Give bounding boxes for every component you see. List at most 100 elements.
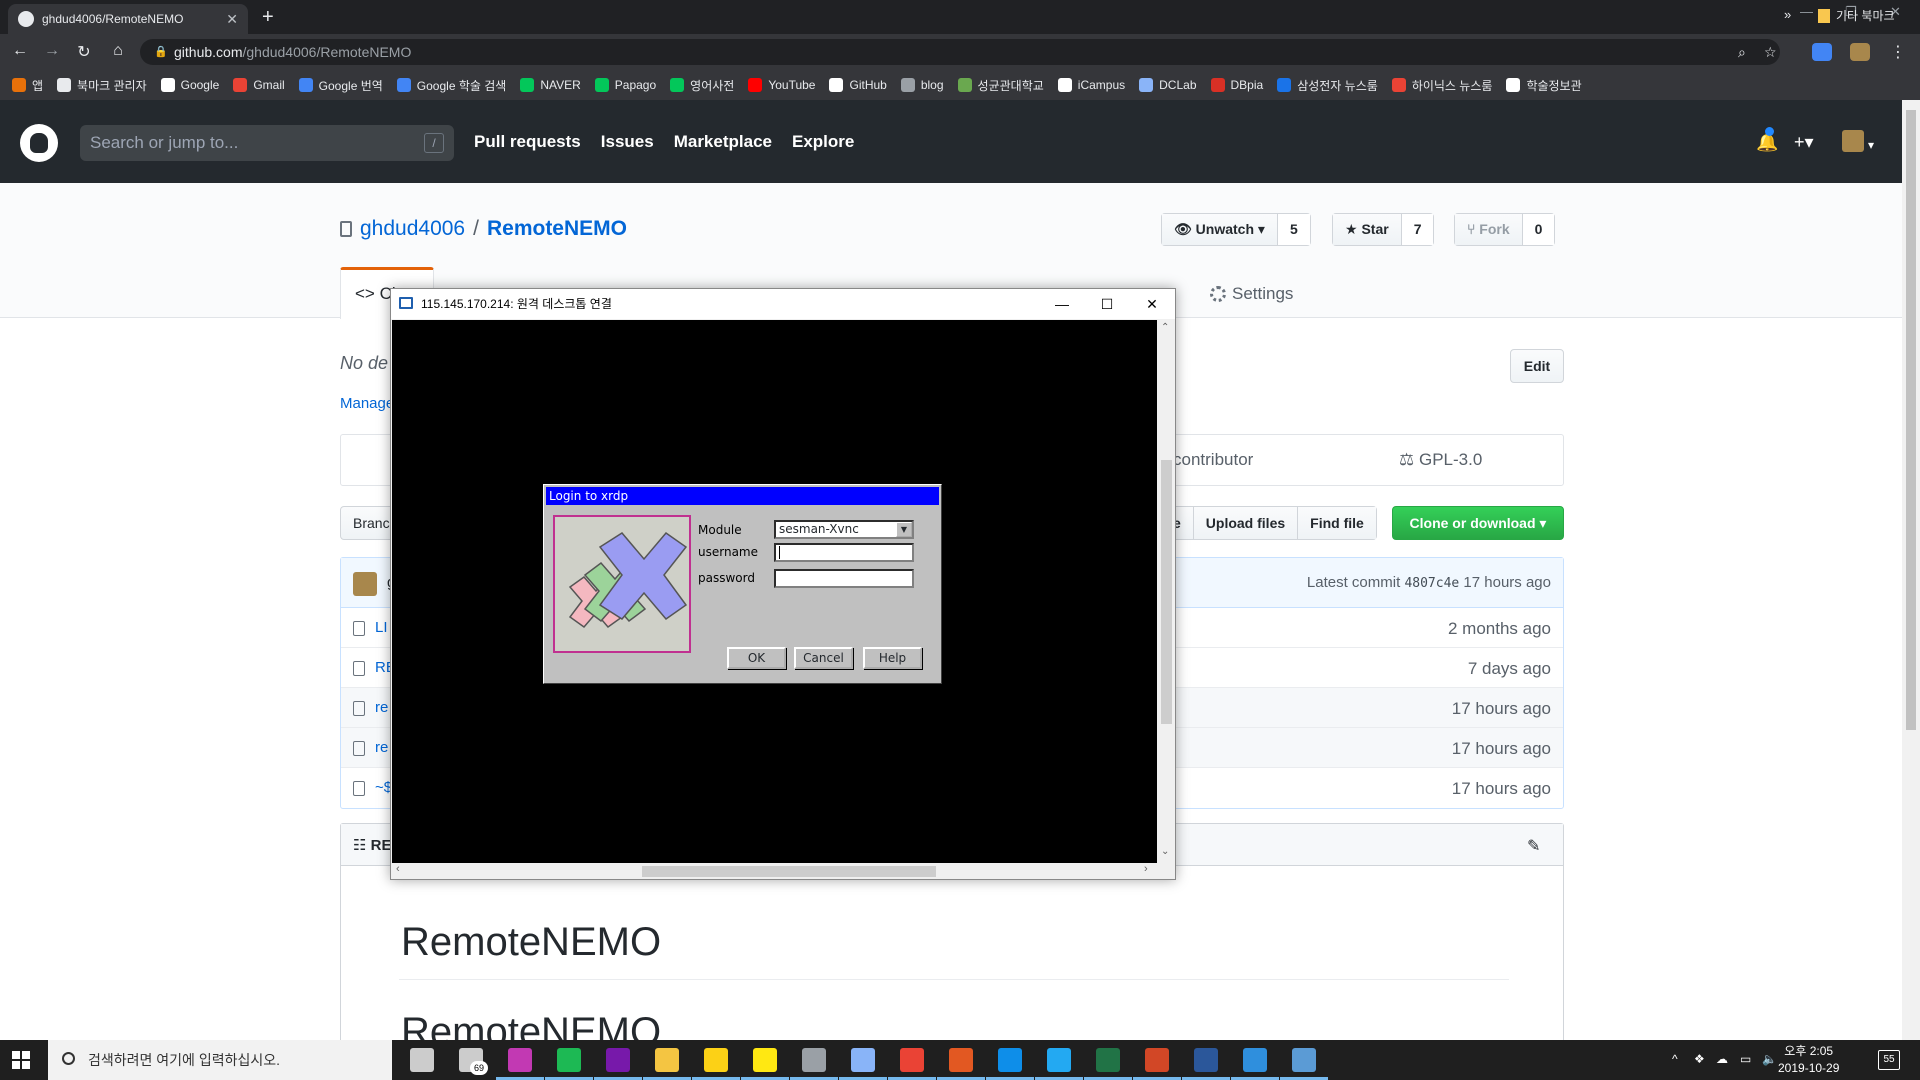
bookmark-item[interactable]: Google 번역: [298, 77, 383, 94]
github-logo-icon[interactable]: [20, 124, 58, 162]
address-bar[interactable]: 🔒 github.com/ghdud4006/RemoteNEMO ⌕ ☆: [140, 39, 1780, 65]
bookmark-item[interactable]: Papago: [594, 78, 656, 92]
bookmark-item[interactable]: Google 학술 검색: [396, 77, 506, 94]
taskbar-search-input[interactable]: 검색하려면 여기에 입력하십시오.: [48, 1040, 392, 1080]
bookmark-item[interactable]: NAVER: [520, 78, 581, 92]
page-scrollbar[interactable]: [1902, 100, 1920, 1040]
bookmark-item[interactable]: iCampus: [1057, 78, 1125, 92]
onedrive-icon[interactable]: ☁: [1716, 1052, 1728, 1066]
bookmark-item[interactable]: 영어사전: [670, 77, 734, 94]
watch-count[interactable]: 5: [1276, 214, 1310, 245]
app-m-icon[interactable]: [508, 1048, 532, 1072]
rdp-minimize-icon[interactable]: —: [1039, 289, 1085, 319]
zoom-icon[interactable]: ⌕: [1738, 39, 1746, 65]
teamviewer-icon[interactable]: [998, 1048, 1022, 1072]
windows-start-icon[interactable]: [12, 1051, 30, 1069]
home-icon[interactable]: ⌂: [108, 42, 128, 60]
action-center-icon[interactable]: 55: [1878, 1050, 1900, 1070]
username-field[interactable]: [774, 543, 914, 562]
volume-icon[interactable]: 🔈: [1762, 1052, 1777, 1066]
bookmark-item[interactable]: DCLab: [1139, 78, 1197, 92]
profile-avatar[interactable]: [1850, 43, 1870, 61]
chevron-down-icon[interactable]: ▼: [896, 522, 912, 537]
create-new-icon[interactable]: +▾: [1794, 132, 1814, 153]
nav-explore[interactable]: Explore: [792, 132, 854, 152]
bookmark-item[interactable]: 학술정보관: [1506, 77, 1582, 94]
rdp-vertical-scrollbar[interactable]: ⌃ ⌄: [1158, 320, 1175, 863]
avatar-chevron-down-icon[interactable]: ▾: [1868, 138, 1874, 152]
explorer-icon[interactable]: [655, 1048, 679, 1072]
bookmark-item[interactable]: blog: [900, 78, 944, 92]
rdp-titlebar[interactable]: 115.145.170.214: 원격 데스크톱 연결 — ☐ ✕: [391, 289, 1175, 319]
extension-icon[interactable]: [1812, 43, 1832, 61]
app-paint-icon[interactable]: [802, 1048, 826, 1072]
edit-button[interactable]: Edit: [1510, 349, 1564, 383]
scroll-left-icon[interactable]: ‹: [396, 863, 400, 875]
manage-topics-link[interactable]: Manage: [340, 395, 394, 412]
unwatch-button[interactable]: 👁 Unwatch ▾: [1162, 214, 1277, 245]
fork-button[interactable]: ⑂ Fork: [1455, 214, 1522, 245]
module-select[interactable]: sesman-Xvnc ▼: [774, 520, 914, 539]
network-icon[interactable]: ▭: [1740, 1052, 1751, 1066]
taskbar-clock[interactable]: 오후 2:05 2019-10-29: [1778, 1043, 1839, 1077]
nav-pull-requests[interactable]: Pull requests: [474, 132, 581, 152]
file-name[interactable]: re: [375, 699, 388, 716]
bookmark-item[interactable]: Gmail: [233, 78, 285, 92]
nav-issues[interactable]: Issues: [601, 132, 654, 152]
app-green-icon[interactable]: [557, 1048, 581, 1072]
license-link[interactable]: ⚖ GPL-3.0: [1399, 450, 1482, 470]
bookmark-item[interactable]: YouTube: [748, 78, 815, 92]
nav-marketplace[interactable]: Marketplace: [674, 132, 772, 152]
rdp-vscroll-thumb[interactable]: [1161, 460, 1172, 724]
bookmark-item[interactable]: 성균관대학교: [957, 77, 1044, 94]
app-box-icon[interactable]: [1243, 1048, 1267, 1072]
excel-icon[interactable]: [1096, 1048, 1120, 1072]
help-button[interactable]: Help: [863, 647, 922, 669]
chrome-icon[interactable]: [900, 1048, 924, 1072]
upload-files-button[interactable]: Upload files: [1192, 507, 1298, 539]
star-button[interactable]: ★ Star: [1333, 214, 1401, 245]
onenote-icon[interactable]: [606, 1048, 630, 1072]
reload-icon[interactable]: ↻: [74, 42, 94, 62]
user-avatar[interactable]: [1842, 130, 1864, 152]
bookmark-item[interactable]: 하이닉스 뉴스룸: [1391, 77, 1492, 94]
tab-close-icon[interactable]: ✕: [226, 11, 238, 28]
app-blue-icon[interactable]: [851, 1048, 875, 1072]
page-scrollbar-thumb[interactable]: [1906, 110, 1916, 730]
fork-count[interactable]: 0: [1521, 214, 1555, 245]
contributors-link[interactable]: contributor: [1173, 450, 1253, 470]
chrome-menu-icon[interactable]: ⋮: [1888, 42, 1908, 62]
rdp-close-icon[interactable]: ✕: [1129, 289, 1175, 319]
bookmark-item[interactable]: GitHub: [829, 78, 887, 92]
password-field[interactable]: [774, 569, 914, 588]
tray-chevron-icon[interactable]: ^: [1672, 1052, 1678, 1066]
bookmark-item[interactable]: Google: [160, 78, 219, 92]
rdp-horizontal-scrollbar[interactable]: ‹ ›: [392, 863, 1158, 879]
commit-author-avatar[interactable]: [353, 572, 377, 596]
ok-button[interactable]: OK: [727, 647, 786, 669]
vscode-icon[interactable]: [1047, 1048, 1071, 1072]
window-minimize-icon[interactable]: —: [1800, 4, 1813, 19]
new-tab-button[interactable]: +: [262, 6, 274, 29]
bookmark-item[interactable]: DBpia: [1210, 78, 1263, 92]
powerpoint-icon[interactable]: [1145, 1048, 1169, 1072]
forward-icon[interactable]: →: [42, 42, 62, 60]
kakaotalk-icon[interactable]: [753, 1048, 777, 1072]
repo-name-link[interactable]: RemoteNEMO: [487, 217, 627, 241]
star-count[interactable]: 7: [1400, 214, 1434, 245]
scroll-down-icon[interactable]: ⌄: [1161, 846, 1169, 857]
back-icon[interactable]: ←: [10, 42, 30, 60]
file-name[interactable]: re: [375, 739, 388, 756]
rdp-maximize-icon[interactable]: ☐: [1084, 289, 1130, 319]
commit-sha[interactable]: 4807c4e: [1404, 576, 1459, 591]
repo-owner-link[interactable]: ghdud4006: [360, 217, 465, 241]
task-view-icon[interactable]: [410, 1048, 434, 1072]
rdp-icon[interactable]: [1292, 1048, 1316, 1072]
dropbox-icon[interactable]: ❖: [1694, 1052, 1705, 1066]
other-bookmarks[interactable]: 기타 북마크: [1818, 7, 1895, 24]
bookmarks-overflow-icon[interactable]: »: [1784, 7, 1791, 22]
xrdp-dialog-title[interactable]: Login to xrdp: [546, 487, 939, 505]
clone-download-button[interactable]: Clone or download ▾: [1392, 506, 1564, 540]
app-red-icon[interactable]: [949, 1048, 973, 1072]
bookmark-star-icon[interactable]: ☆: [1764, 39, 1777, 65]
